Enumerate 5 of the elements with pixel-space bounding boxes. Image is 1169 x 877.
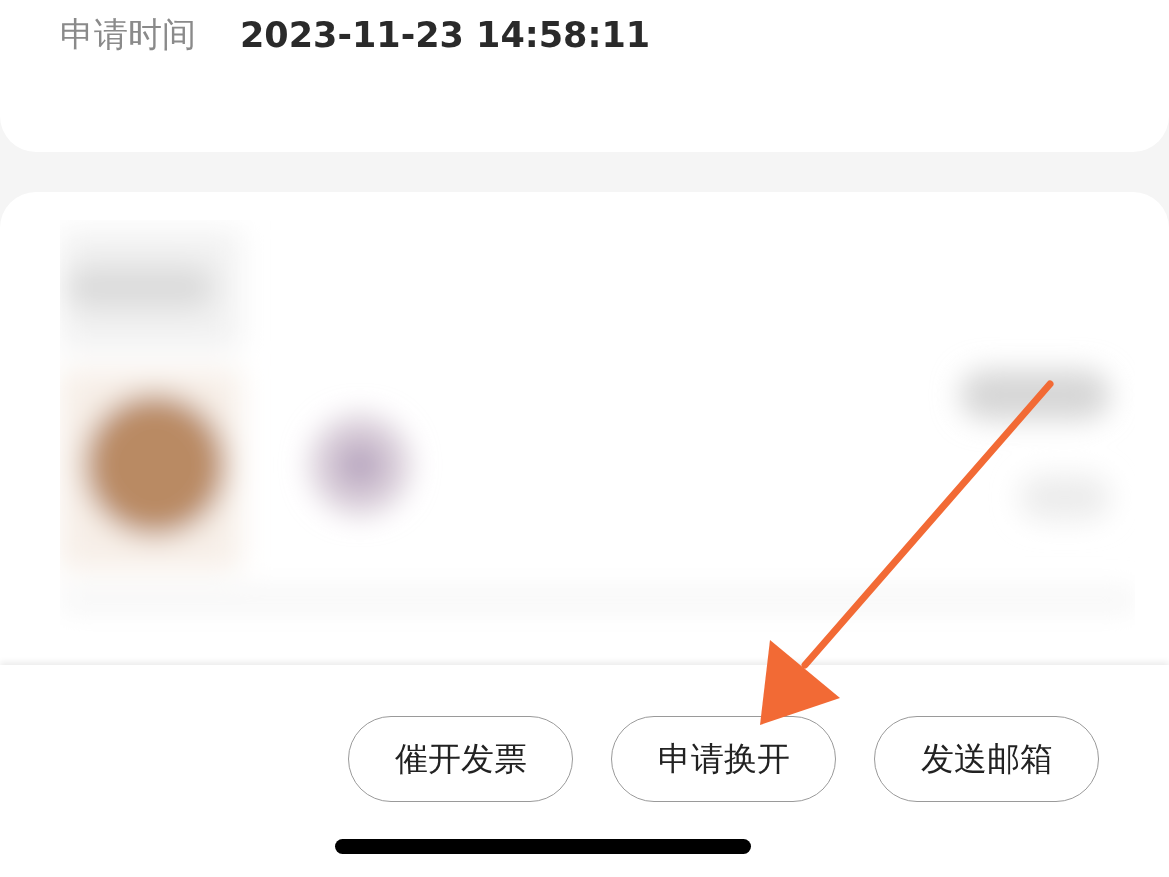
action-button[interactable]: 催开发票 [348,716,573,802]
action-button[interactable]: 发送邮箱 [874,716,1099,802]
field-value: 2023-11-23 14:58:11 [240,15,651,55]
action-button[interactable]: 申请换开 [611,716,836,802]
field-label: 申请时间 [60,13,196,56]
